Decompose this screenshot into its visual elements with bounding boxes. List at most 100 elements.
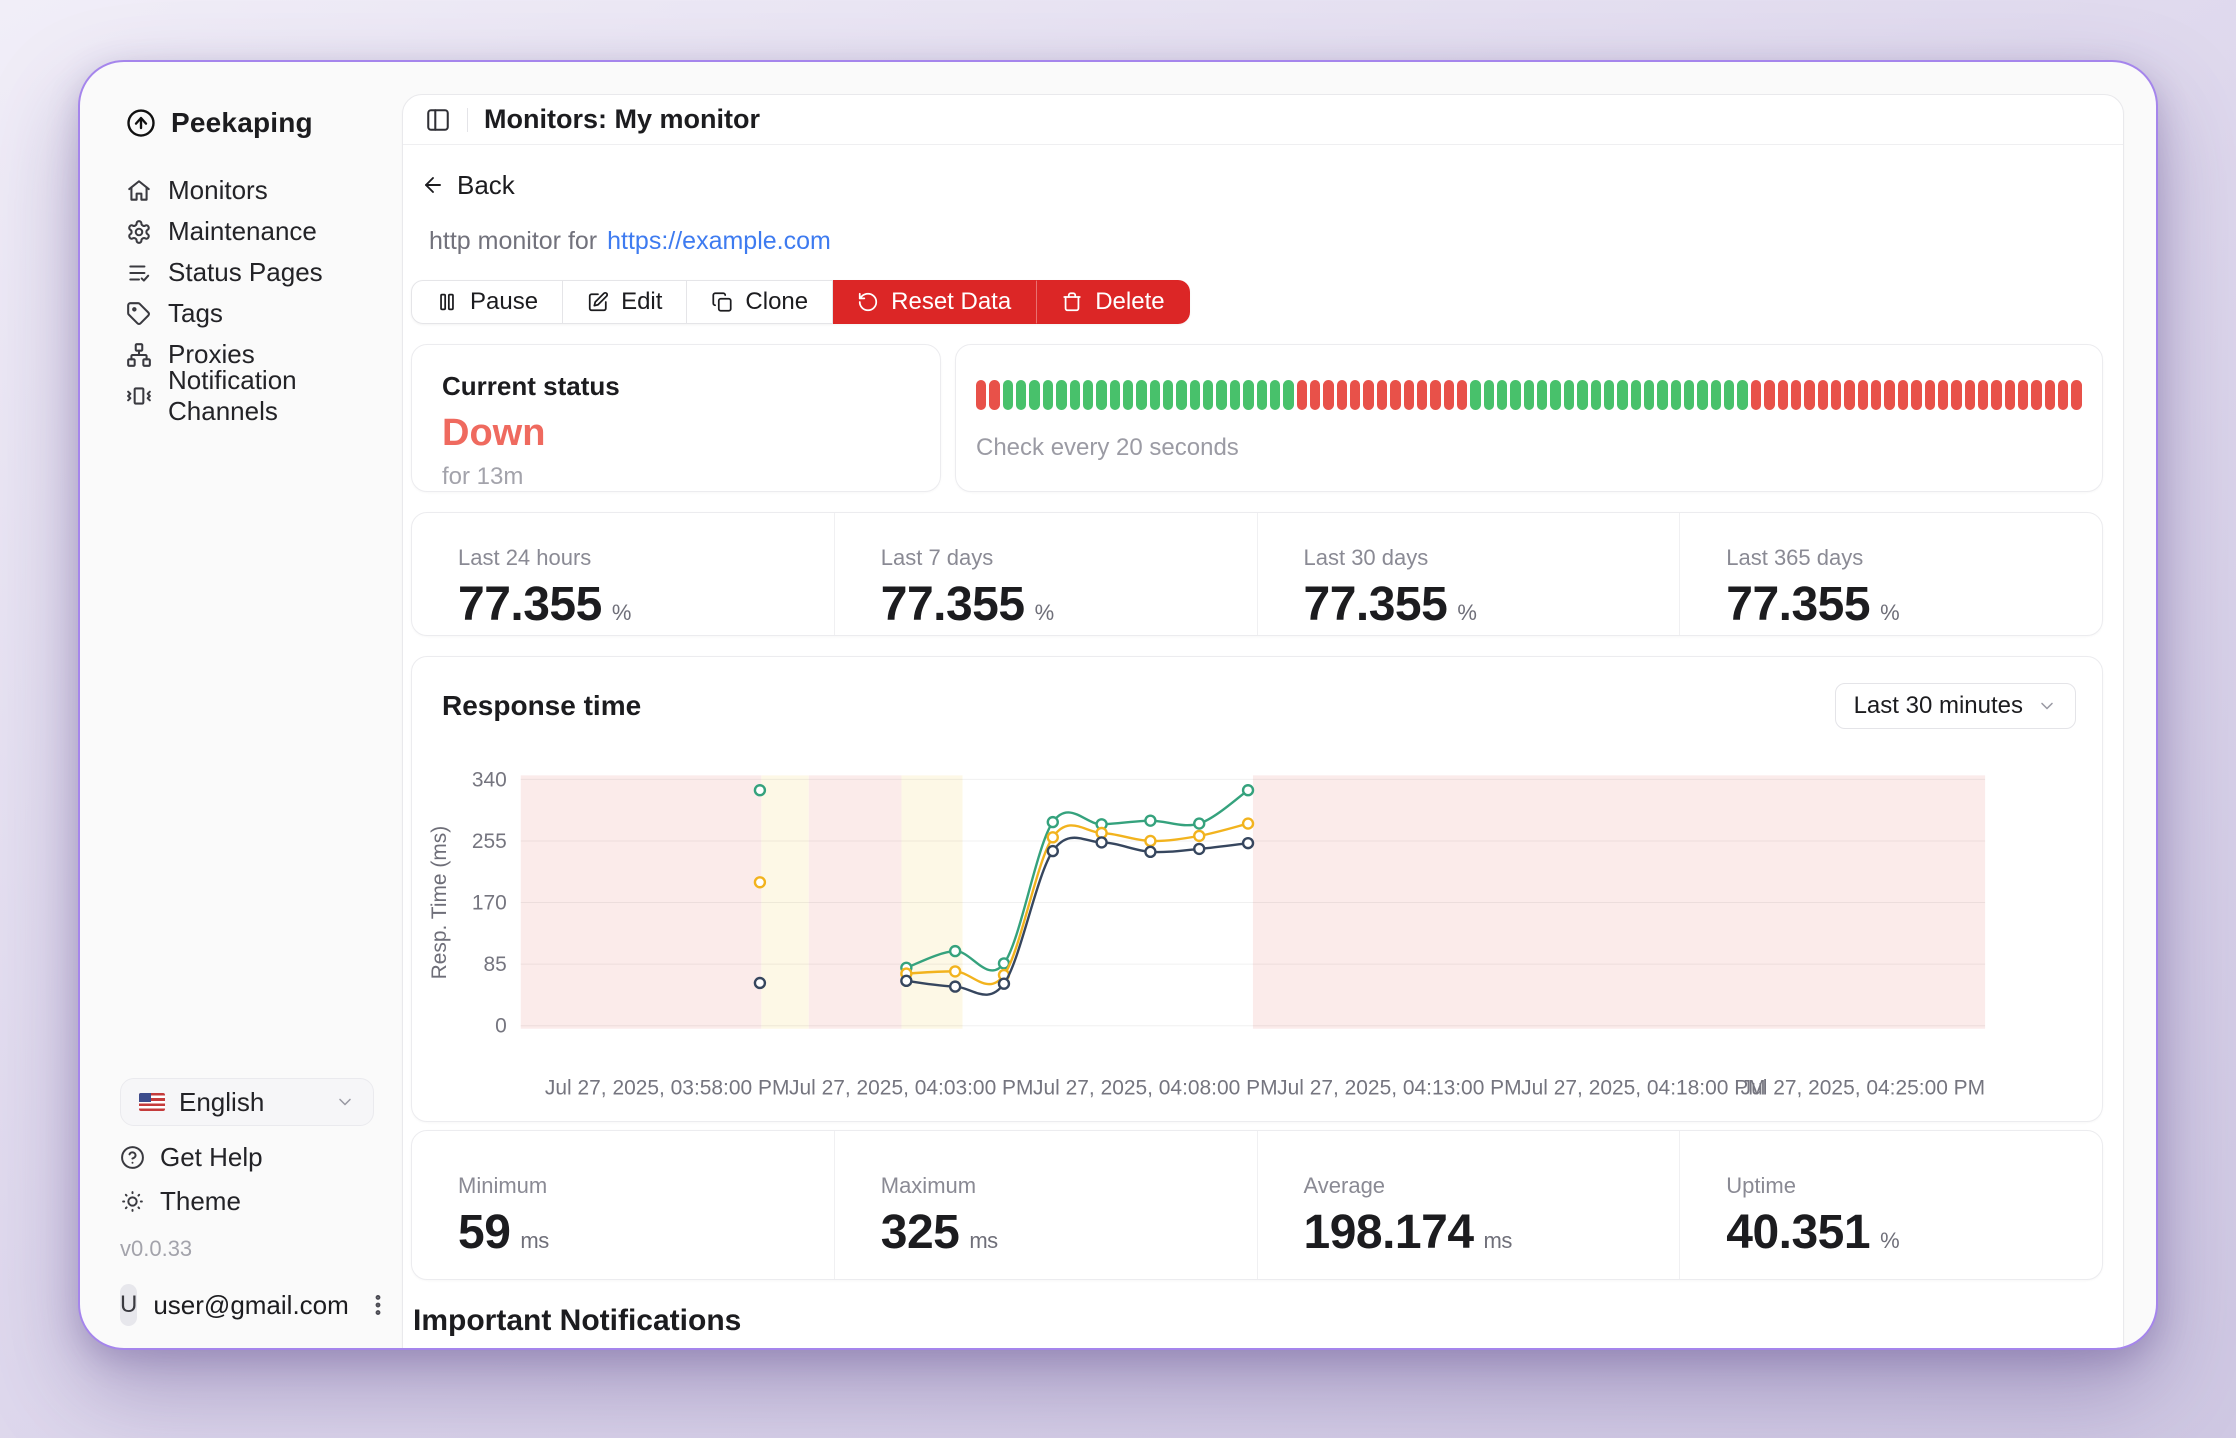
heartbeat-up[interactable] bbox=[1604, 380, 1614, 410]
heartbeat-down[interactable] bbox=[1991, 380, 2001, 410]
heartbeat-up[interactable] bbox=[1631, 380, 1641, 410]
heartbeat-down[interactable] bbox=[1911, 380, 1921, 410]
heartbeat-down[interactable] bbox=[1363, 380, 1373, 410]
heartbeat-up[interactable] bbox=[1577, 380, 1587, 410]
delete-button[interactable]: Delete bbox=[1036, 280, 1189, 324]
heartbeat-up[interactable] bbox=[1657, 380, 1667, 410]
heartbeat-up[interactable] bbox=[1150, 380, 1160, 410]
heartbeat-down[interactable] bbox=[1444, 380, 1454, 410]
heartbeat-down[interactable] bbox=[1457, 380, 1467, 410]
edit-button[interactable]: Edit bbox=[563, 280, 687, 324]
heartbeat-up[interactable] bbox=[1644, 380, 1654, 410]
heartbeat-down[interactable] bbox=[1791, 380, 1801, 410]
pause-button[interactable]: Pause bbox=[411, 280, 563, 324]
heartbeat-down[interactable] bbox=[1978, 380, 1988, 410]
heartbeat-down[interactable] bbox=[1310, 380, 1320, 410]
language-selector[interactable]: English bbox=[120, 1078, 374, 1126]
heartbeat-up[interactable] bbox=[1043, 380, 1053, 410]
heartbeat-down[interactable] bbox=[1884, 380, 1894, 410]
heartbeat-up[interactable] bbox=[1243, 380, 1253, 410]
heartbeat-up[interactable] bbox=[1270, 380, 1280, 410]
heartbeat-up[interactable] bbox=[1203, 380, 1213, 410]
heartbeat-up[interactable] bbox=[1737, 380, 1747, 410]
sidebar-item-maintenance[interactable]: Maintenance bbox=[126, 211, 374, 252]
heartbeat-down[interactable] bbox=[1404, 380, 1414, 410]
heartbeat-down[interactable] bbox=[1831, 380, 1841, 410]
heartbeat-up[interactable] bbox=[1056, 380, 1066, 410]
heartbeat-down[interactable] bbox=[1390, 380, 1400, 410]
sidebar-item-notification-channels[interactable]: Notification Channels bbox=[126, 375, 374, 416]
heartbeat-up[interactable] bbox=[1123, 380, 1133, 410]
heartbeat-up[interactable] bbox=[1564, 380, 1574, 410]
heartbeat-down[interactable] bbox=[1898, 380, 1908, 410]
sidebar-item-monitors[interactable]: Monitors bbox=[126, 170, 374, 211]
heartbeat-up[interactable] bbox=[1617, 380, 1627, 410]
heartbeat-down[interactable] bbox=[1297, 380, 1307, 410]
back-button[interactable]: Back bbox=[411, 169, 515, 201]
heartbeat-up[interactable] bbox=[1070, 380, 1080, 410]
heartbeat-up[interactable] bbox=[1257, 380, 1267, 410]
heartbeat-down[interactable] bbox=[1778, 380, 1788, 410]
heartbeat-down[interactable] bbox=[1764, 380, 1774, 410]
time-range-selector[interactable]: Last 30 minutes bbox=[1835, 683, 2076, 729]
sidebar-toggle-icon[interactable] bbox=[425, 107, 451, 133]
heartbeat-down[interactable] bbox=[2018, 380, 2028, 410]
heartbeat-down[interactable] bbox=[1951, 380, 1961, 410]
heartbeat-up[interactable] bbox=[1591, 380, 1601, 410]
more-vertical-icon[interactable] bbox=[365, 1292, 391, 1318]
heartbeat-up[interactable] bbox=[1110, 380, 1120, 410]
heartbeat-up[interactable] bbox=[1230, 380, 1240, 410]
heartbeat-up[interactable] bbox=[1537, 380, 1547, 410]
heartbeat-down[interactable] bbox=[1965, 380, 1975, 410]
heartbeat-up[interactable] bbox=[1176, 380, 1186, 410]
heartbeat-down[interactable] bbox=[1430, 380, 1440, 410]
heartbeat-down[interactable] bbox=[2045, 380, 2055, 410]
heartbeat-up[interactable] bbox=[1711, 380, 1721, 410]
heartbeat-up[interactable] bbox=[1029, 380, 1039, 410]
sidebar-item-status-pages[interactable]: Status Pages bbox=[126, 252, 374, 293]
clone-button[interactable]: Clone bbox=[687, 280, 833, 324]
heartbeat-down[interactable] bbox=[2058, 380, 2068, 410]
heartbeat-down[interactable] bbox=[1350, 380, 1360, 410]
heartbeat-up[interactable] bbox=[1136, 380, 1146, 410]
heartbeat-down[interactable] bbox=[976, 380, 986, 410]
heartbeat-down[interactable] bbox=[1818, 380, 1828, 410]
heartbeat-down[interactable] bbox=[2031, 380, 2041, 410]
heartbeat-up[interactable] bbox=[1550, 380, 1560, 410]
user-menu[interactable]: U user@gmail.com bbox=[120, 1284, 374, 1326]
theme-toggle[interactable]: Theme bbox=[120, 1182, 374, 1220]
heartbeat-up[interactable] bbox=[1524, 380, 1534, 410]
heartbeat-up[interactable] bbox=[1484, 380, 1494, 410]
get-help-link[interactable]: Get Help bbox=[120, 1138, 374, 1176]
heartbeat-up[interactable] bbox=[1083, 380, 1093, 410]
heartbeat-up[interactable] bbox=[1470, 380, 1480, 410]
heartbeat-down[interactable] bbox=[989, 380, 999, 410]
heartbeat-up[interactable] bbox=[1163, 380, 1173, 410]
heartbeat-down[interactable] bbox=[2005, 380, 2015, 410]
heartbeat-up[interactable] bbox=[1724, 380, 1734, 410]
heartbeat-up[interactable] bbox=[1096, 380, 1106, 410]
heartbeat-down[interactable] bbox=[2071, 380, 2081, 410]
heartbeat-down[interactable] bbox=[1417, 380, 1427, 410]
reset-data-button[interactable]: Reset Data bbox=[833, 280, 1036, 324]
heartbeat-down[interactable] bbox=[1871, 380, 1881, 410]
heartbeat-down[interactable] bbox=[1938, 380, 1948, 410]
heartbeat-down[interactable] bbox=[1804, 380, 1814, 410]
heartbeat-up[interactable] bbox=[1216, 380, 1226, 410]
heartbeat-up[interactable] bbox=[1016, 380, 1026, 410]
heartbeat-down[interactable] bbox=[1844, 380, 1854, 410]
heartbeat-down[interactable] bbox=[1751, 380, 1761, 410]
heartbeat-up[interactable] bbox=[1003, 380, 1013, 410]
heartbeat-down[interactable] bbox=[1925, 380, 1935, 410]
heartbeat-down[interactable] bbox=[1377, 380, 1387, 410]
heartbeat-down[interactable] bbox=[1323, 380, 1333, 410]
sidebar-item-tags[interactable]: Tags bbox=[126, 293, 374, 334]
heartbeat-up[interactable] bbox=[1190, 380, 1200, 410]
heartbeat-up[interactable] bbox=[1697, 380, 1707, 410]
heartbeat-up[interactable] bbox=[1684, 380, 1694, 410]
heartbeat-down[interactable] bbox=[1858, 380, 1868, 410]
heartbeat-up[interactable] bbox=[1671, 380, 1681, 410]
monitor-url-link[interactable]: https://example.com bbox=[607, 227, 831, 255]
heartbeat-up[interactable] bbox=[1510, 380, 1520, 410]
heartbeat-up[interactable] bbox=[1283, 380, 1293, 410]
